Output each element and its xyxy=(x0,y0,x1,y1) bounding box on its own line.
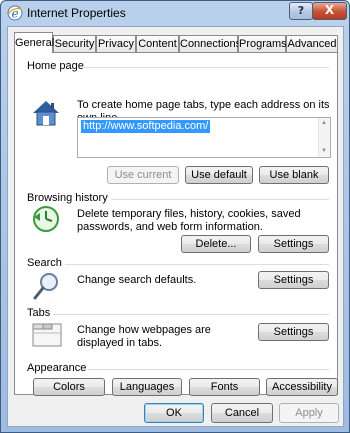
scroll-down-arrow-icon[interactable]: ▼ xyxy=(321,148,327,154)
home-page-url-field[interactable]: http://www.softpedia.com/ ▲ ▼ xyxy=(77,117,331,158)
divider xyxy=(82,67,329,68)
apply-button[interactable]: Apply xyxy=(279,403,339,423)
browsing-history-description: Delete temporary files, history, cookies… xyxy=(77,208,301,233)
languages-button[interactable]: Languages xyxy=(112,378,182,396)
divider xyxy=(65,264,329,265)
dialog-window: e Internet Properties ? X General Securi… xyxy=(0,0,350,433)
window-title: Internet Properties xyxy=(27,6,126,20)
internet-explorer-icon: e xyxy=(7,5,23,21)
magnifier-icon xyxy=(33,273,58,300)
appearance-group-label: Appearance xyxy=(27,362,87,374)
tabs-settings-button[interactable]: Settings xyxy=(258,323,329,341)
url-scrollbar[interactable]: ▲ ▼ xyxy=(318,118,330,157)
divider xyxy=(111,199,329,200)
browsing-history-group-label: Browsing history xyxy=(27,192,108,204)
use-blank-button[interactable]: Use blank xyxy=(259,166,329,184)
use-current-button[interactable]: Use current xyxy=(107,166,179,184)
tab-general[interactable]: General xyxy=(14,32,54,53)
close-button[interactable]: X xyxy=(312,2,347,20)
search-settings-button[interactable]: Settings xyxy=(258,271,329,289)
house-icon xyxy=(33,101,59,126)
history-clock-icon xyxy=(33,206,59,232)
search-group-label: Search xyxy=(27,257,62,269)
title-bar[interactable]: e Internet Properties ? X xyxy=(1,1,349,25)
tab-programs[interactable]: Programs xyxy=(238,35,287,52)
delete-history-button[interactable]: Delete... xyxy=(181,235,251,253)
fonts-button[interactable]: Fonts xyxy=(189,378,260,396)
use-default-button[interactable]: Use default xyxy=(185,166,253,184)
tab-security[interactable]: Security xyxy=(53,35,96,52)
home-page-url-text[interactable]: http://www.softpedia.com/ xyxy=(81,120,211,133)
help-button[interactable]: ? xyxy=(289,2,313,20)
tab-privacy[interactable]: Privacy xyxy=(96,35,136,52)
tab-content[interactable]: Content xyxy=(136,35,179,52)
accessibility-button[interactable]: Accessibility xyxy=(266,378,338,396)
scroll-up-arrow-icon[interactable]: ▲ xyxy=(321,120,327,126)
ok-button[interactable]: OK xyxy=(144,403,204,423)
tabs-description: Change how webpages are displayed in tab… xyxy=(77,324,211,349)
divider xyxy=(53,314,329,315)
tabbed-window-icon xyxy=(32,323,62,347)
home-page-group-label: Home page xyxy=(27,60,84,72)
dialog-client-area: General Security Privacy Content Connect… xyxy=(7,26,344,427)
divider xyxy=(88,369,329,370)
tabs-group-label: Tabs xyxy=(27,307,51,319)
general-tab-panel: Home page To create home page tabs, type… xyxy=(14,52,338,396)
history-settings-button[interactable]: Settings xyxy=(258,235,329,253)
cancel-button[interactable]: Cancel xyxy=(211,403,273,423)
tab-advanced[interactable]: Advanced xyxy=(286,35,338,52)
tab-connections[interactable]: Connections xyxy=(179,35,241,52)
colors-button[interactable]: Colors xyxy=(33,378,105,396)
